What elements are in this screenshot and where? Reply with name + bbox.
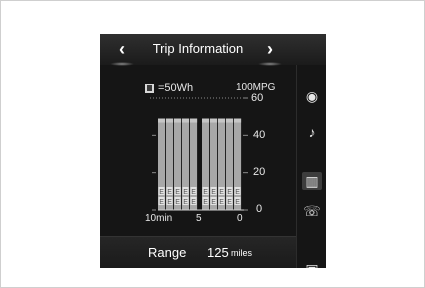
page-title: Trip Information [152, 41, 244, 56]
regen-letter: E [183, 199, 188, 206]
fuel-consumption-chart: =50Wh 100MPG 60 40 20 0 10min 5 0 EEEEEE… [100, 65, 296, 235]
consumption-bar [158, 118, 166, 210]
bar-cap [182, 118, 190, 123]
bar-cap [234, 118, 242, 123]
bar-cap [174, 118, 182, 123]
consumption-bar [210, 118, 218, 210]
bar-cap [202, 118, 210, 123]
bar-cap [210, 118, 218, 123]
consumption-bar [226, 118, 234, 210]
regen-letter: E [211, 189, 216, 196]
bar-cap [218, 118, 226, 123]
regen-letter: E [183, 189, 188, 196]
regen-letter: E [235, 189, 240, 196]
previous-page-button[interactable]: ‹ [110, 38, 134, 66]
regen-letter: E [191, 199, 196, 206]
regen-letter: E [227, 199, 232, 206]
multi-info-display: ‹ Trip Information › =50Wh 100MPG 60 40 … [100, 34, 326, 268]
regen-letter: E [159, 199, 164, 206]
consumption-bar [218, 118, 226, 210]
consumption-bar [190, 118, 198, 210]
figure-frame: ‹ Trip Information › =50Wh 100MPG 60 40 … [0, 0, 425, 288]
regen-letter: E [175, 189, 180, 196]
phone-icon[interactable]: ☏ [303, 202, 321, 220]
consumption-bar [202, 118, 210, 210]
chevron-right-icon: › [267, 39, 273, 59]
regen-letter: E [167, 189, 172, 196]
bar-cap [190, 118, 198, 123]
regen-letter: E [227, 189, 232, 196]
regen-letter: E [203, 189, 208, 196]
trip-info-icon[interactable]: ▥ [303, 172, 321, 190]
consumption-bar [174, 118, 182, 210]
regen-letter: E [175, 199, 180, 206]
consumption-bar [182, 118, 190, 210]
music-note-icon[interactable]: ♪ [303, 123, 321, 141]
range-label: Range [148, 245, 187, 260]
regen-letter: E [219, 189, 224, 196]
regen-letter: E [159, 189, 164, 196]
chevron-left-icon: ‹ [119, 39, 125, 59]
regen-letter: E [167, 199, 172, 206]
bar-cap [158, 118, 166, 123]
regen-letter: E [219, 199, 224, 206]
consumption-bar [234, 118, 242, 210]
regen-letter: E [235, 199, 240, 206]
next-page-button[interactable]: › [258, 38, 282, 66]
title-bar: ‹ Trip Information › [100, 34, 326, 66]
bar-cap [166, 118, 174, 123]
regen-letter: E [203, 199, 208, 206]
bar-cap [226, 118, 234, 123]
range-bar: Range 125 miles [100, 236, 296, 268]
regen-letter: E [211, 199, 216, 206]
map-icon[interactable]: ◉ [303, 87, 321, 105]
regen-letter: E [191, 189, 196, 196]
consumption-bar [166, 118, 174, 210]
side-menu-rail: ◉ ♪ ▥ ☏ ▣ [296, 65, 326, 268]
range-unit: miles [231, 248, 253, 258]
range-value: 125 [207, 245, 229, 260]
display-icon[interactable]: ▣ [303, 260, 321, 268]
bar-chart-plot: EEEEEEEEEEEEEEEEEEEE [150, 97, 248, 211]
